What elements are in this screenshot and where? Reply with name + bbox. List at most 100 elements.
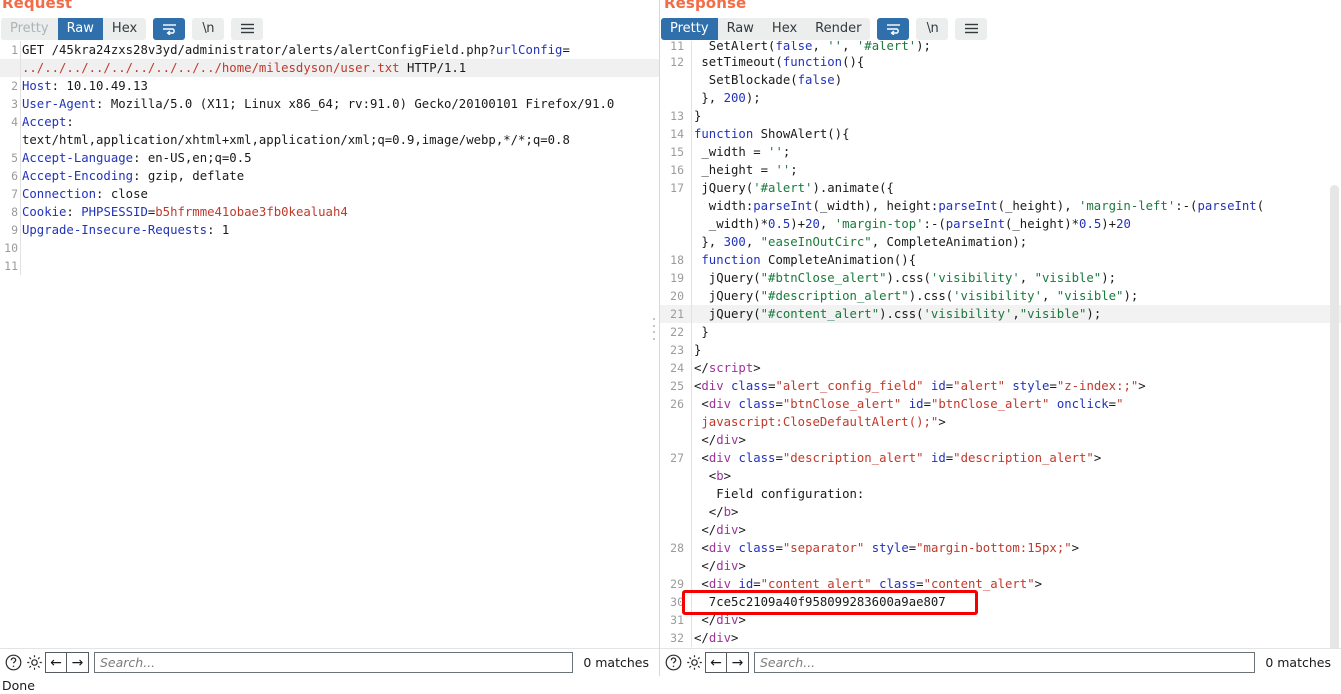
code-token: > [1138,379,1146,393]
code-token: , [1041,289,1057,303]
code-token: </ [694,523,717,537]
line-number: 4 [11,115,18,129]
code-token: ); [1101,271,1117,285]
code-token: "alert" [953,379,1005,393]
code-token: = [1049,379,1057,393]
request-search-input[interactable] [94,652,574,673]
response-panel-title: Response [660,0,1341,14]
question-mark-icon[interactable] [3,652,24,673]
tab-response-pretty[interactable]: Pretty [661,17,718,40]
gutter-divider [691,395,692,413]
code-token: "separator" [782,541,865,555]
code-line: 20 jQuery("#description_alert").css('vis… [660,287,1341,305]
gutter-divider [691,71,692,89]
panel-splitter-handle[interactable] [653,318,657,340]
request-searchbar: ← → 0 matches [0,648,659,676]
code-token: class [731,379,769,393]
code-line: 9 Upgrade-Insecure-Requests: 1 [0,221,659,239]
burp-suite-repeater-window: Request Pretty Raw Hex \n 1 GET /45kra24… [0,0,1341,694]
code-token: > [753,361,761,375]
code-token: , CompleteAnimation); [871,235,1028,249]
code-token: > [731,505,739,519]
code-token: " [1116,397,1124,411]
question-mark-icon[interactable] [663,652,684,673]
search-prev-button[interactable]: ← [45,652,67,673]
menu-icon[interactable] [955,17,988,40]
gutter-divider [20,167,21,185]
tab-response-render[interactable]: Render [806,17,871,40]
code-line: 2 Host: 10.10.49.13 [0,77,659,95]
code-token: parseInt [938,199,998,213]
line-number: 11 [4,259,18,273]
code-token: ( [1256,199,1265,213]
code-token: SetAlert( [694,41,776,53]
tab-response-raw[interactable]: Raw [717,17,763,40]
code-token: function [782,55,843,69]
gutter-divider [691,107,692,125]
code-token: id [738,577,754,591]
response-title-text: Response [664,0,747,12]
tab-request-pretty[interactable]: Pretty [1,17,58,40]
code-token: :-( [923,217,946,231]
code-line: 1 GET /45kra24zxs28v3yd/administrator/ale… [0,41,659,59]
tab-response-hex[interactable]: Hex [762,17,807,40]
code-token: > [731,631,739,645]
gear-icon[interactable] [684,652,705,673]
show-newlines-icon[interactable]: \n [916,17,949,40]
code-token: = [775,451,783,465]
search-next-button[interactable]: → [67,652,89,673]
code-token: text/html,application/xhtml+xml,applicat… [22,133,570,147]
code-token: setTimeout( [694,55,783,69]
code-token: '#alert' [753,181,813,195]
code-token: urlConfig [495,43,563,57]
code-line: 11 [0,257,659,275]
line-number: 19 [670,271,684,285]
request-tabstrip: Pretty Raw Hex \n [0,14,659,41]
response-match-count: 0 matches [1265,655,1331,670]
code-token: GET /45kra24zxs28v3yd/administrator/aler… [22,43,496,57]
word-wrap-icon[interactable] [153,17,186,40]
code-token: "#description_alert" [760,289,909,303]
code-line: <b> [660,467,1341,485]
line-number: 1 [11,43,18,57]
show-newlines-icon[interactable]: \n [192,17,225,40]
code-token: false [797,73,835,87]
tab-request-raw[interactable]: Raw [57,17,103,40]
gear-icon[interactable] [24,652,45,673]
code-line: }, 300, "easeInOutCirc", CompleteAnimati… [660,233,1341,251]
search-next-button[interactable]: → [727,652,749,673]
code-token: Accept-Language [22,151,134,165]
code-line: 5 Accept-Language: en-US,en;q=0.5 [0,149,659,167]
code-token: b [716,469,724,483]
response-search-input[interactable] [754,652,1256,673]
menu-icon[interactable] [231,17,264,40]
code-token: 'visibility' [930,271,1020,285]
gutter-divider [691,269,692,287]
word-wrap-icon[interactable] [877,17,910,40]
line-number: 5 [11,151,18,165]
code-token: }, [694,235,724,249]
code-line: 7 Connection: close [0,185,659,203]
code-line: 15 _width = ''; [660,143,1341,161]
code-token: , [842,41,857,53]
gutter-divider [691,161,692,179]
code-line: </div> [660,521,1341,539]
code-token: = [923,397,931,411]
code-token: b5hfrmme41obae3fb0kealuah4 [155,205,348,219]
gutter-divider [20,131,21,149]
gutter-divider [20,149,21,167]
code-token: div [708,397,732,411]
tab-request-hex[interactable]: Hex [102,17,147,40]
code-token: "#content_alert" [760,307,880,321]
response-code-area[interactable]: 11 SetAlert(false, '', '#alert'); 12 setT… [660,41,1341,648]
line-number: 3 [11,97,18,111]
code-token: > [1034,577,1043,591]
request-code-area[interactable]: 1 GET /45kra24zxs28v3yd/administrator/ale… [0,41,659,648]
line-number: 14 [670,127,684,141]
code-token: = [562,43,570,57]
response-vertical-scrollbar[interactable] [1330,185,1339,648]
code-token: function [701,253,761,267]
search-prev-button[interactable]: ← [705,652,727,673]
